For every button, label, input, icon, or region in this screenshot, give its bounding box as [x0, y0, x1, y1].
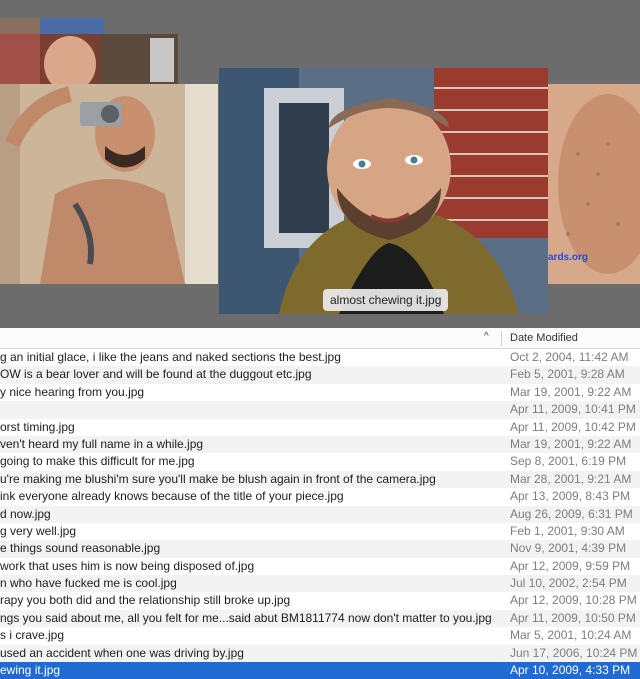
- file-row[interactable]: e things sound reasonable.jpg Nov 9, 2001…: [0, 540, 640, 558]
- file-row[interactable]: g an initial glace, i like the jeans and…: [0, 349, 640, 366]
- file-date-modified: Mar 19, 2001, 9:22 AM: [510, 384, 632, 399]
- file-row[interactable]: rapy you both did and the relationship s…: [0, 592, 640, 609]
- file-row[interactable]: s i crave.jpg Mar 5, 2001, 10:24 AM: [0, 627, 640, 644]
- file-name: ven't heard my full name in a while.jpg: [0, 436, 204, 451]
- file-name: going to make this difficult for me.jpg: [0, 454, 195, 469]
- cover-flow-view[interactable]: ards.org almost chewing it.jpg: [0, 0, 640, 328]
- file-date-modified: Sep 8, 2001, 6:19 PM: [510, 454, 627, 469]
- file-date-modified: Apr 11, 2009, 10:42 PM: [510, 419, 636, 434]
- file-date-modified: Feb 5, 2001, 9:28 AM: [510, 367, 625, 382]
- file-row[interactable]: OW is a bear lover and will be found at …: [0, 366, 640, 384]
- file-name: rapy you both did and the relationship s…: [0, 593, 291, 608]
- file-date-modified: Apr 10, 2009, 4:33 PM: [510, 663, 631, 678]
- file-list: g an initial glace, i like the jeans and…: [0, 349, 640, 679]
- file-name: n who have fucked me is cool.jpg: [0, 576, 177, 591]
- file-row[interactable]: ngs you said about me, all you felt for …: [0, 609, 640, 628]
- file-row[interactable]: going to make this difficult for me.jpg S…: [0, 453, 640, 470]
- file-date-modified: Apr 11, 2009, 10:50 PM: [510, 610, 636, 625]
- file-date-modified: Aug 26, 2009, 6:31 PM: [510, 506, 633, 521]
- file-date-modified: Jun 17, 2006, 10:24 PM: [510, 645, 638, 660]
- file-name: work that uses him is now being disposed…: [0, 558, 255, 573]
- file-name: OW is a bear lover and will be found at …: [0, 367, 312, 382]
- file-row[interactable]: u're making me blushi'm sure you'll make…: [0, 470, 640, 489]
- file-name: s i crave.jpg: [0, 628, 65, 643]
- file-date-modified: Mar 19, 2001, 9:22 AM: [510, 436, 632, 451]
- file-name: g very well.jpg: [0, 523, 77, 538]
- file-row[interactable]: ink everyone already knows because of th…: [0, 488, 640, 505]
- file-row[interactable]: orst timing.jpg Apr 11, 2009, 10:42 PM: [0, 419, 640, 436]
- file-name: u're making me blushi'm sure you'll make…: [0, 471, 436, 486]
- file-row[interactable]: n who have fucked me is cool.jpg Jul 10, …: [0, 575, 640, 593]
- file-date-modified: Apr 12, 2009, 10:28 PM: [510, 593, 637, 608]
- cover-thumbnail-back[interactable]: [0, 34, 178, 86]
- watermark-text: ards.org: [548, 252, 589, 263]
- file-name: ngs you said about me, all you felt for …: [0, 610, 492, 625]
- file-name: e things sound reasonable.jpg: [0, 541, 161, 556]
- file-row[interactable]: ewing it.jpg Apr 10, 2009, 4:33 PM: [0, 662, 640, 679]
- file-row[interactable]: d now.jpg Aug 26, 2009, 6:31 PM: [0, 505, 640, 523]
- file-date-modified: Mar 28, 2001, 9:21 AM: [510, 471, 632, 486]
- file-date-modified: Nov 9, 2001, 4:39 PM: [510, 541, 627, 556]
- file-row[interactable]: work that uses him is now being disposed…: [0, 558, 640, 575]
- file-date-modified: Apr 12, 2009, 9:59 PM: [510, 558, 631, 573]
- file-name: g an initial glace, i like the jeans and…: [0, 350, 341, 364]
- column-divider[interactable]: [501, 331, 502, 346]
- list-column-header: ^ Date Modified: [0, 328, 640, 349]
- file-name: ewing it.jpg: [0, 663, 61, 678]
- file-date-modified: Feb 1, 2001, 9:30 AM: [510, 523, 625, 538]
- file-row[interactable]: y nice hearing from you.jpg Mar 19, 2001,…: [0, 384, 640, 401]
- file-row[interactable]: g very well.jpg Feb 1, 2001, 9:30 AM: [0, 523, 640, 540]
- file-row[interactable]: Apr 11, 2009, 10:41 PM: [0, 401, 640, 419]
- file-row[interactable]: used an accident when one was driving by…: [0, 644, 640, 663]
- sort-ascending-icon[interactable]: ^: [484, 331, 489, 342]
- cover-thumbnail-left[interactable]: [0, 84, 218, 284]
- file-name: used an accident when one was driving by…: [0, 645, 244, 660]
- file-name: d now.jpg: [0, 506, 51, 521]
- file-date-modified: Apr 11, 2009, 10:41 PM: [510, 402, 636, 417]
- file-name: y nice hearing from you.jpg: [0, 384, 145, 399]
- file-date-modified: Apr 13, 2009, 8:43 PM: [510, 489, 631, 504]
- cover-thumbnail-right[interactable]: ards.org: [548, 84, 640, 284]
- file-date-modified: Jul 10, 2002, 2:54 PM: [510, 576, 627, 591]
- file-date-modified: Oct 2, 2004, 11:42 AM: [510, 350, 629, 364]
- file-date-modified: Mar 5, 2001, 10:24 AM: [510, 628, 632, 643]
- date-modified-column-header[interactable]: Date Modified: [510, 332, 578, 344]
- cover-caption: almost chewing it.jpg: [323, 289, 449, 311]
- file-name: orst timing.jpg: [0, 419, 75, 434]
- cover-thumbnail-selected[interactable]: [219, 68, 548, 314]
- file-row[interactable]: ven't heard my full name in a while.jpg M…: [0, 435, 640, 454]
- file-name: ink everyone already knows because of th…: [0, 489, 344, 504]
